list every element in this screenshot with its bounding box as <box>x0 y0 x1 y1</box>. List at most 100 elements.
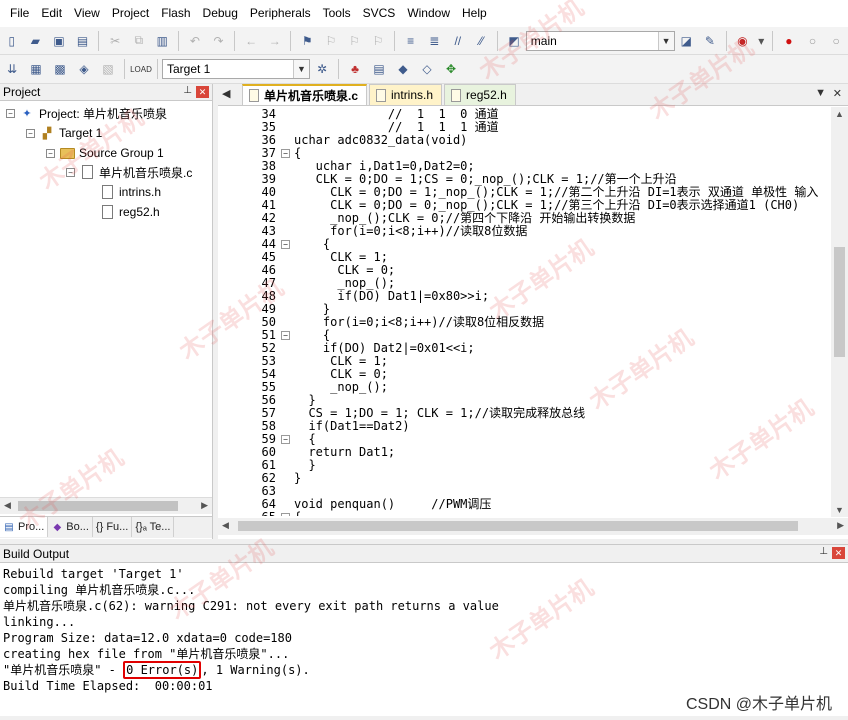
stop-build-icon[interactable]: ▧ <box>98 59 118 79</box>
tree-node-target[interactable]: − ▞ Target 1 <box>26 124 102 142</box>
rebuild-icon[interactable]: ▩ <box>50 59 70 79</box>
cut-icon[interactable]: ✂ <box>105 31 125 51</box>
disable-breakpoint-icon[interactable]: ○ <box>803 31 823 51</box>
target-options-icon[interactable]: ✲ <box>312 59 332 79</box>
undo-icon[interactable]: ↶ <box>185 31 205 51</box>
unindent-icon[interactable]: ≣ <box>424 31 444 51</box>
kill-breakpoints-icon[interactable]: ○ <box>826 31 846 51</box>
tree-node-project[interactable]: − ✦ Project: 单片机音乐喷泉 <box>6 104 167 122</box>
clear-bookmarks-icon[interactable]: ⚐ <box>368 31 388 51</box>
editor-hscrollbar[interactable]: ◀ ▶ <box>218 518 848 535</box>
chevron-down-icon[interactable]: ▼ <box>657 31 674 50</box>
next-bookmark-icon[interactable]: ⚐ <box>345 31 365 51</box>
chevron-down-icon[interactable]: ▾ <box>756 31 766 51</box>
menu-item-svcs[interactable]: SVCS <box>357 0 402 27</box>
new-file-icon[interactable]: ▯ <box>2 31 22 51</box>
select-packs-icon[interactable]: ▤ <box>369 59 389 79</box>
nav-back-icon[interactable]: ← <box>241 31 261 51</box>
redo-icon[interactable]: ↷ <box>209 31 229 51</box>
build-icon[interactable]: ▦ <box>26 59 46 79</box>
menu-item-project[interactable]: Project <box>106 0 155 27</box>
batch-build-icon[interactable]: ◈ <box>74 59 94 79</box>
fold-icon[interactable]: − <box>281 435 290 444</box>
tab-project[interactable]: ▤ Pro... <box>0 517 49 537</box>
fold-icon[interactable]: − <box>281 240 290 249</box>
project-hscrollbar[interactable]: ◀ ▶ <box>0 497 212 514</box>
scroll-left-icon[interactable]: ◀ <box>222 520 229 531</box>
incremental-find-icon[interactable]: ✎ <box>700 31 720 51</box>
scroll-thumb[interactable] <box>834 247 845 357</box>
menu-item-debug[interactable]: Debug <box>197 0 244 27</box>
collapse-icon[interactable]: − <box>66 167 75 177</box>
paste-icon[interactable]: ▥ <box>153 31 173 51</box>
scroll-right-icon[interactable]: ▶ <box>201 500 208 511</box>
bookmark-icon[interactable]: ⚑ <box>297 31 317 51</box>
update-packs-icon[interactable]: ✥ <box>441 59 461 79</box>
uncomment-icon[interactable]: ⁄⁄ <box>472 31 492 51</box>
tab-functions[interactable]: {} Fu... <box>93 517 133 537</box>
tab-reg52[interactable]: reg52.h <box>444 84 516 105</box>
scroll-up-icon[interactable]: ▲ <box>835 109 844 119</box>
tree-node-source-file[interactable]: − 单片机音乐喷泉.c <box>66 163 192 181</box>
prev-bookmark-icon[interactable]: ⚐ <box>321 31 341 51</box>
fold-icon[interactable]: − <box>281 331 290 340</box>
toolbar-separator <box>157 59 158 79</box>
menu-item-peripherals[interactable]: Peripherals <box>244 0 317 27</box>
fold-icon[interactable]: − <box>281 513 290 516</box>
tab-scroll-icon[interactable]: ◀ <box>222 87 230 100</box>
copy-icon[interactable]: ⧉ <box>129 31 149 51</box>
collapse-icon[interactable]: − <box>6 108 15 118</box>
tab-list-icon[interactable]: ▼ <box>815 87 826 99</box>
scroll-left-icon[interactable]: ◀ <box>4 500 11 511</box>
tab-books[interactable]: ◆ Bo... <box>48 517 93 537</box>
find-icon[interactable]: ◪ <box>677 31 697 51</box>
scroll-right-icon[interactable]: ▶ <box>837 520 844 531</box>
save-all-icon[interactable]: ▤ <box>73 31 93 51</box>
collapse-icon[interactable]: − <box>46 148 55 158</box>
breakpoint-icon[interactable]: ● <box>779 31 799 51</box>
tab-templates[interactable]: {}ₐ Te... <box>132 517 175 537</box>
target-combo[interactable]: Target 1 ▼ <box>162 59 310 79</box>
nav-forward-icon[interactable]: → <box>265 31 285 51</box>
fold-icon[interactable]: − <box>281 149 290 158</box>
code-area[interactable]: 34 // 1 1 0 通道 35 // 1 1 1 通道 36 uchar adc0… <box>218 106 848 516</box>
tree-node-include[interactable]: intrins.h <box>99 183 161 201</box>
scroll-thumb[interactable] <box>18 501 178 511</box>
project-panel-header: Project ⊥ ✕ <box>0 84 212 101</box>
scroll-thumb[interactable] <box>238 521 798 531</box>
translate-icon[interactable]: ⇊ <box>2 59 22 79</box>
menu-item-file[interactable]: File <box>4 0 35 27</box>
menu-item-tools[interactable]: Tools <box>317 0 357 27</box>
tree-node-group[interactable]: − Source Group 1 <box>46 144 164 162</box>
close-icon[interactable]: ✕ <box>196 86 209 98</box>
manage-rte-icon[interactable]: ◆ <box>393 59 413 79</box>
download-icon[interactable]: LOAD <box>130 59 152 79</box>
manage-project-icon[interactable]: ♣ <box>345 59 365 79</box>
editor-vscrollbar[interactable]: ▲ ▼ <box>831 107 848 517</box>
tab-intrins[interactable]: intrins.h <box>369 84 443 105</box>
menu-item-window[interactable]: Window <box>401 0 456 27</box>
close-icon[interactable]: ✕ <box>833 87 842 100</box>
pack-installer-icon[interactable]: ◇ <box>417 59 437 79</box>
menu-item-flash[interactable]: Flash <box>155 0 196 27</box>
menu-item-view[interactable]: View <box>68 0 106 27</box>
debug-session-icon[interactable]: ◉ <box>733 31 753 51</box>
indent-icon[interactable]: ≡ <box>401 31 421 51</box>
tree-node-include[interactable]: reg52.h <box>99 203 160 221</box>
comment-icon[interactable]: // <box>448 31 468 51</box>
find-in-files-icon[interactable]: ◩ <box>504 31 524 51</box>
pin-icon[interactable]: ⊥ <box>819 546 828 557</box>
pin-icon[interactable]: ⊥ <box>183 85 192 96</box>
tab-source-file[interactable]: 单片机音乐喷泉.c <box>242 84 368 105</box>
save-icon[interactable]: ▣ <box>49 31 69 51</box>
tab-label: reg52.h <box>466 88 507 102</box>
close-icon[interactable]: ✕ <box>832 547 845 559</box>
open-folder-icon[interactable]: ▰ <box>26 31 46 51</box>
menu-item-help[interactable]: Help <box>456 0 493 27</box>
scroll-down-icon[interactable]: ▼ <box>835 505 844 515</box>
chevron-down-icon[interactable]: ▼ <box>293 60 309 78</box>
toolbar-separator <box>124 59 125 79</box>
collapse-icon[interactable]: − <box>26 128 35 138</box>
branch-combo[interactable]: main ▼ <box>525 30 675 51</box>
menu-item-edit[interactable]: Edit <box>35 0 68 27</box>
